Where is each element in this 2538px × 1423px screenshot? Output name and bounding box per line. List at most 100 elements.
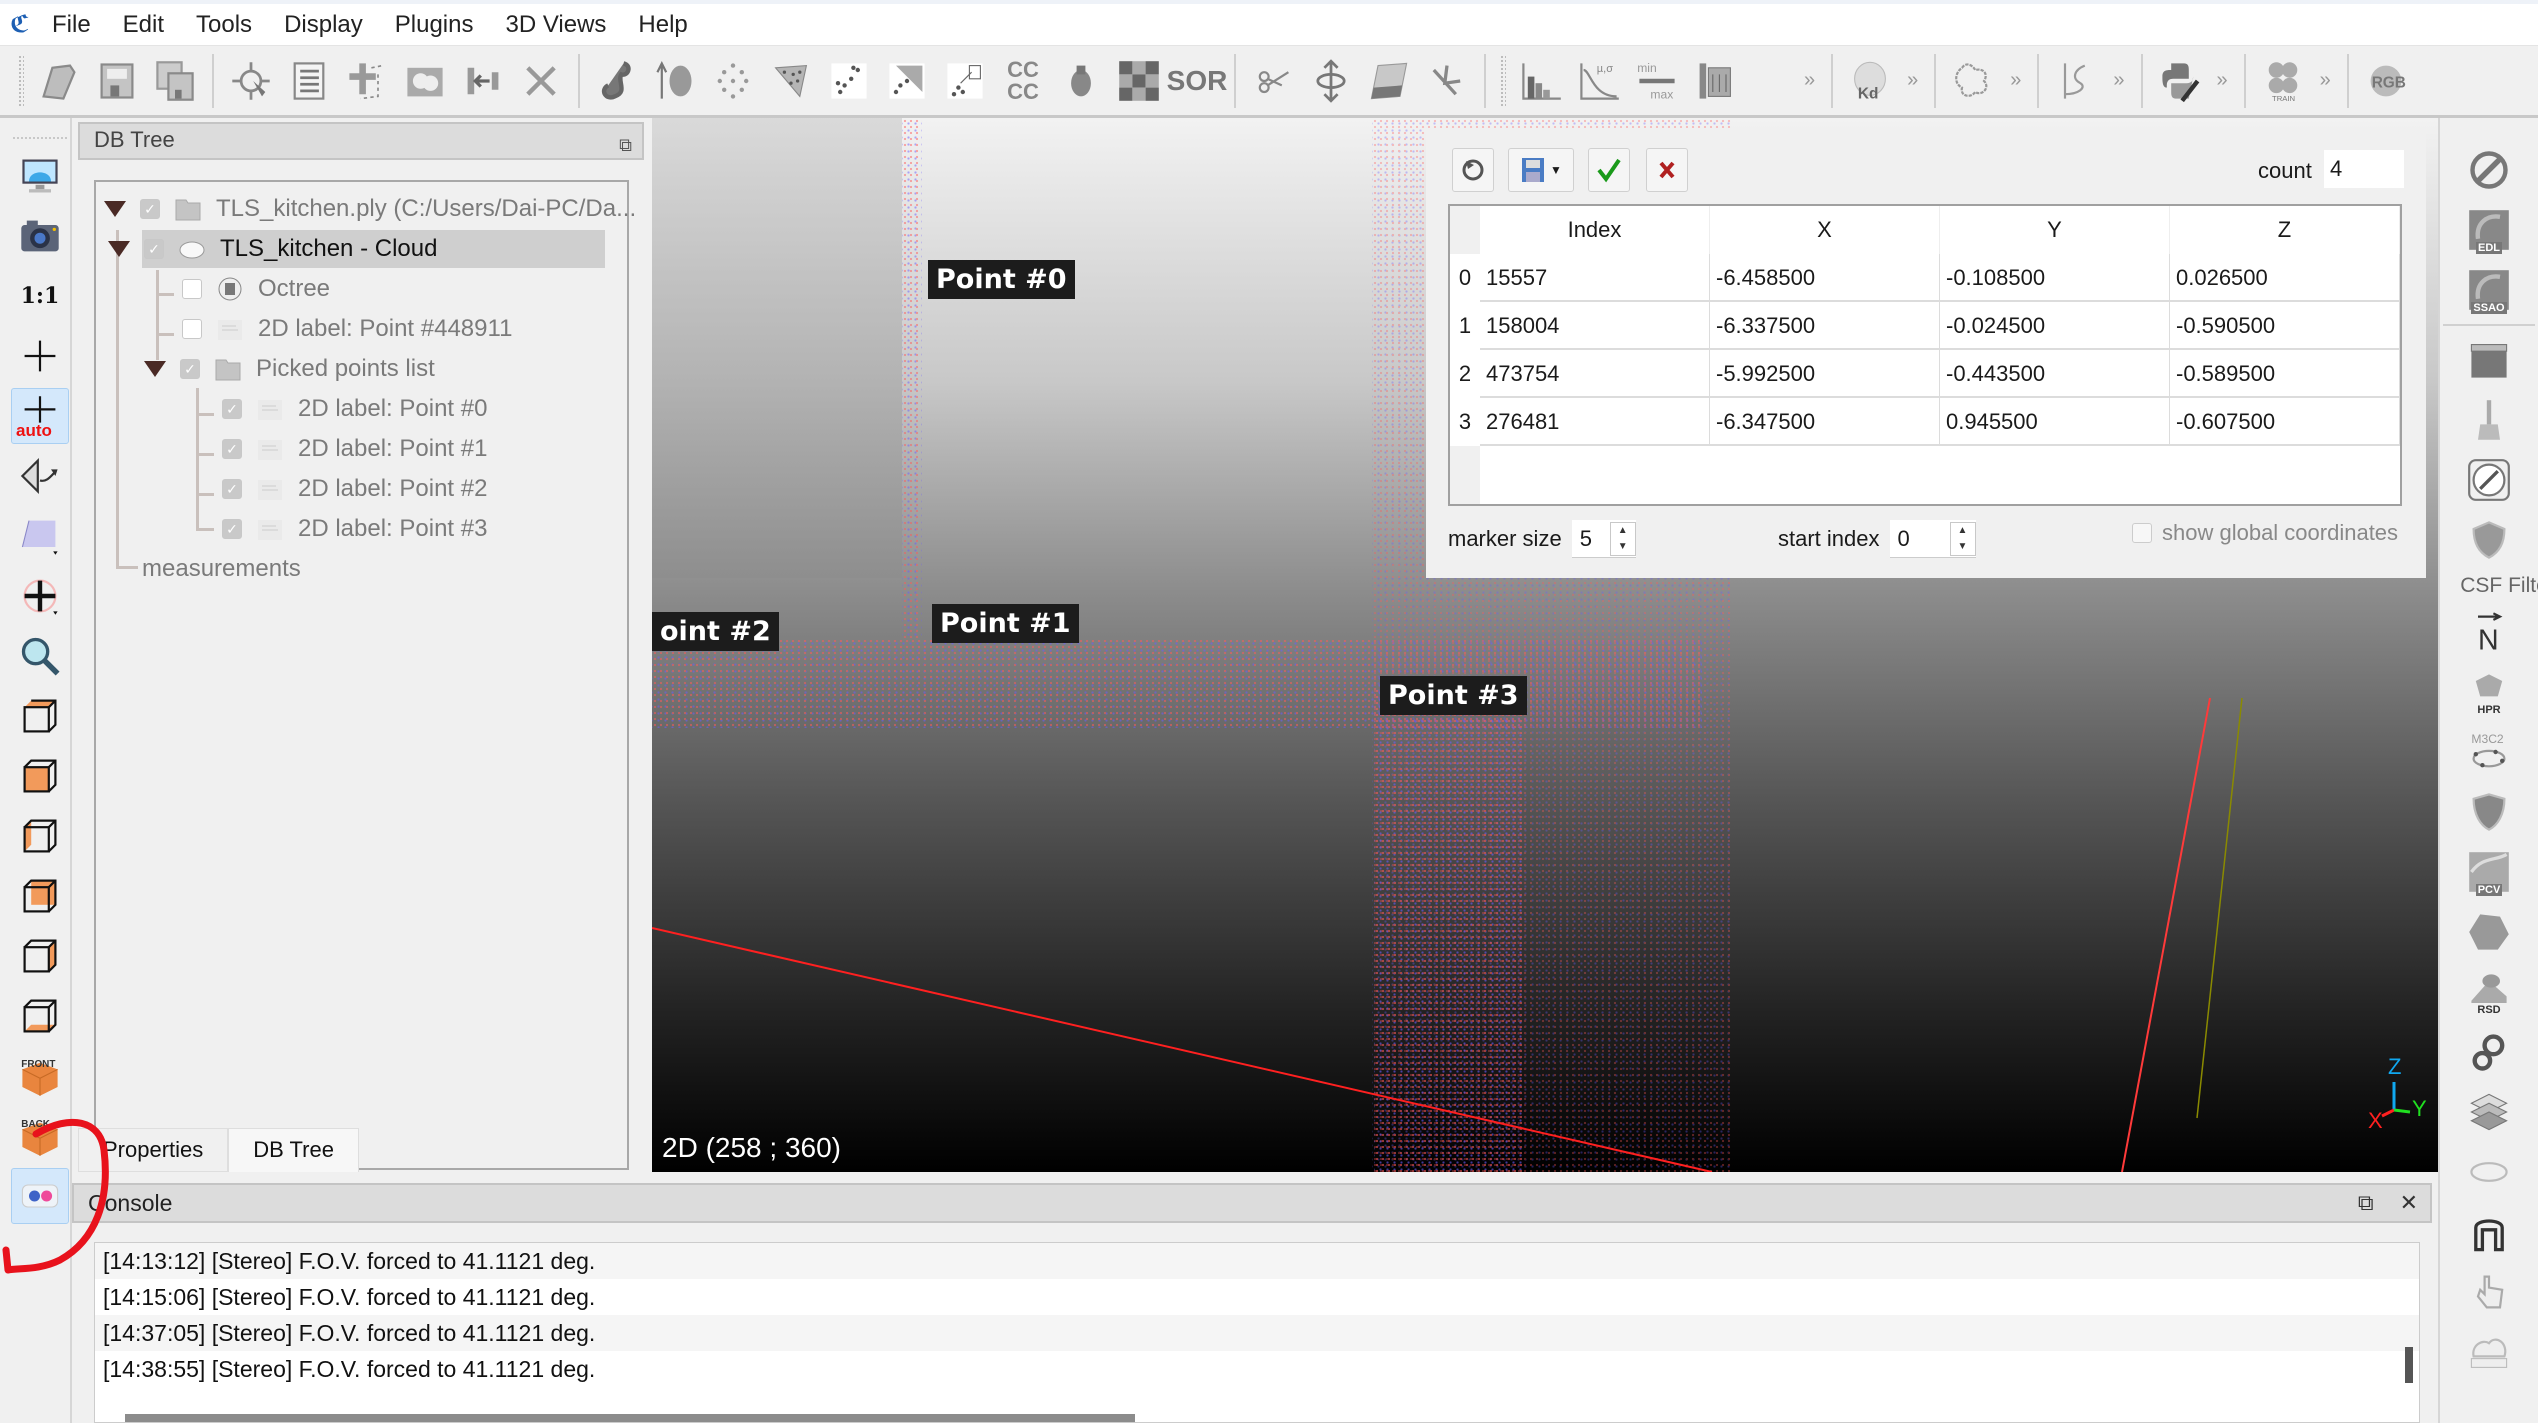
delete-icon[interactable]	[515, 53, 567, 109]
scatter-icon[interactable]	[823, 53, 875, 109]
visibility-checkbox[interactable]: ✓	[180, 359, 200, 379]
point-label-3[interactable]: Point #3	[1380, 676, 1527, 715]
tree-item-2d-label[interactable]: 2D label: Point #448911	[182, 310, 512, 348]
cell-z[interactable]: -0.589500	[2170, 350, 2400, 398]
segment-icon[interactable]	[1247, 53, 1299, 109]
transform-icon[interactable]	[1305, 53, 1357, 109]
marker-size-value[interactable]: 5	[1572, 526, 1610, 552]
start-index-spinbox[interactable]: 0 ▲ ▼	[1889, 520, 1976, 558]
visibility-checkbox[interactable]: ✓	[222, 519, 242, 539]
toolbar-overflow-button[interactable]: »	[2217, 69, 2228, 92]
toolbar-overflow-button[interactable]: »	[1907, 69, 1918, 92]
tree-item-octree[interactable]: Octree	[182, 270, 330, 308]
expand-arrow-icon[interactable]	[108, 241, 130, 257]
cell-index[interactable]: 473754	[1480, 350, 1710, 398]
global-coordinates-control[interactable]: show global coordinates	[2132, 520, 2398, 546]
edl-shader-icon[interactable]: EDL	[2461, 204, 2517, 256]
stereo-mode-icon[interactable]	[11, 1168, 69, 1224]
toolbar-grip[interactable]	[12, 136, 68, 140]
cell-z[interactable]: 0.026500	[2170, 254, 2400, 302]
visibility-checkbox[interactable]: ✓	[222, 399, 242, 419]
tree-item-picked-points-list[interactable]: ✓ Picked points list	[144, 350, 435, 388]
scatter-mesh-icon[interactable]	[881, 53, 933, 109]
normals-icon[interactable]	[649, 53, 701, 109]
cloud-measure-icon[interactable]	[2461, 1326, 2517, 1378]
plane-icon[interactable]	[1363, 53, 1415, 109]
mesh-icon[interactable]	[765, 53, 817, 109]
polygon-icon[interactable]	[2461, 906, 2517, 958]
expand-arrow-icon[interactable]	[104, 201, 126, 217]
arch-icon[interactable]	[2461, 1206, 2517, 1258]
table-row[interactable]: 0 15557 -6.458500 -0.108500 0.026500	[1450, 254, 2400, 302]
toolbar-overflow-button[interactable]: »	[1804, 69, 1815, 92]
hand-point-icon[interactable]	[2461, 1266, 2517, 1318]
marker-size-spinbox[interactable]: 5 ▲ ▼	[1571, 520, 1636, 558]
hpr-icon[interactable]: HPR	[2461, 666, 2517, 718]
toolbar-grip[interactable]	[18, 54, 24, 107]
table-row[interactable]: 2 473754 -5.992500 -0.443500 -0.589500	[1450, 350, 2400, 398]
ellipse-icon[interactable]	[2461, 1146, 2517, 1198]
visibility-checkbox[interactable]: ✓	[222, 439, 242, 459]
table-row[interactable]: 3 276481 -6.347500 0.945500 -0.607500	[1450, 398, 2400, 446]
cell-x[interactable]: -6.458500	[1710, 254, 1940, 302]
histogram-icon[interactable]	[1515, 53, 1567, 109]
column-header-x[interactable]: X	[1710, 206, 1940, 254]
subsample-icon[interactable]	[591, 53, 643, 109]
expand-arrow-icon[interactable]	[144, 361, 166, 377]
sor-filter-icon[interactable]: SOR	[1167, 53, 1228, 109]
save-all-icon[interactable]	[149, 53, 201, 109]
horizontal-scrollbar[interactable]	[125, 1414, 1135, 1422]
iso-front-icon[interactable]: FRONT	[11, 1048, 69, 1104]
tree-item-ply-file[interactable]: ✓ TLS_kitchen.ply (C:/Users/Dai-PC/Da...	[104, 190, 636, 228]
remove-last-button[interactable]	[1452, 148, 1494, 192]
export-button[interactable]: ▼	[1508, 148, 1574, 192]
point-label-0[interactable]: Point #0	[928, 260, 1075, 299]
visibility-checkbox[interactable]: ✓	[144, 239, 164, 259]
top-view-icon[interactable]	[11, 688, 69, 744]
menu-edit[interactable]: Edit	[123, 11, 164, 39]
checkerboard-icon[interactable]	[1113, 53, 1165, 109]
menu-help[interactable]: Help	[638, 11, 687, 39]
menu-file[interactable]: File	[52, 11, 91, 39]
rsd-icon[interactable]: RSD	[2461, 966, 2517, 1018]
broom-icon[interactable]	[2461, 394, 2517, 446]
column-header-index[interactable]: Index	[1480, 206, 1710, 254]
tab-db-tree[interactable]: DB Tree	[228, 1128, 359, 1172]
gaussian-icon[interactable]: µ,σ	[1573, 53, 1625, 109]
visibility-checkbox[interactable]: ✓	[140, 199, 160, 219]
tree-item-point-0[interactable]: ✓ 2D label: Point #0	[222, 390, 487, 428]
cell-index[interactable]: 158004	[1480, 302, 1710, 350]
animation-icon[interactable]	[2461, 334, 2517, 386]
float-dock-icon[interactable]: ⧉	[2358, 1185, 2374, 1221]
min-max-icon[interactable]: min max	[1631, 53, 1683, 109]
menu-tools[interactable]: Tools	[196, 11, 252, 39]
column-header-y[interactable]: Y	[1940, 206, 2170, 254]
cell-y[interactable]: -0.443500	[1940, 350, 2170, 398]
toolbar-overflow-button[interactable]: »	[2113, 69, 2124, 92]
compass-icon[interactable]	[2461, 454, 2517, 506]
gears-icon[interactable]	[2461, 1026, 2517, 1078]
right-view-icon[interactable]	[11, 928, 69, 984]
translate-rotate-icon[interactable]	[341, 53, 393, 109]
camera-icon[interactable]	[11, 208, 69, 264]
cell-x[interactable]: -6.337500	[1710, 302, 1940, 350]
cell-index[interactable]: 15557	[1480, 254, 1710, 302]
list-icon[interactable]	[283, 53, 335, 109]
cell-z[interactable]: -0.590500	[2170, 302, 2400, 350]
ssao-shader-icon[interactable]: SSAO	[2461, 264, 2517, 316]
spin-arrows[interactable]: ▲ ▼	[1609, 521, 1636, 556]
spin-up-icon[interactable]: ▲	[1958, 525, 1968, 536]
m3c2-plugin-icon[interactable]: M3C2	[2461, 726, 2517, 778]
point-label-2[interactable]: oint #2	[652, 612, 779, 651]
bottom-view-icon[interactable]	[11, 988, 69, 1044]
shield-icon[interactable]	[2461, 514, 2517, 566]
m3c2-icon[interactable]: TRAIN	[2257, 53, 2309, 109]
pcv-icon[interactable]: PCV	[2461, 846, 2517, 898]
visibility-checkbox[interactable]	[182, 319, 202, 339]
toolbar-grip[interactable]	[1500, 54, 1506, 107]
table-row[interactable]: 1 158004 -6.337500 -0.024500 -0.590500	[1450, 302, 2400, 350]
float-dock-icon[interactable]: ⧉	[619, 129, 632, 161]
menu-display[interactable]: Display	[284, 11, 363, 39]
sample-points-icon[interactable]	[707, 53, 759, 109]
back-view-icon[interactable]	[11, 868, 69, 924]
